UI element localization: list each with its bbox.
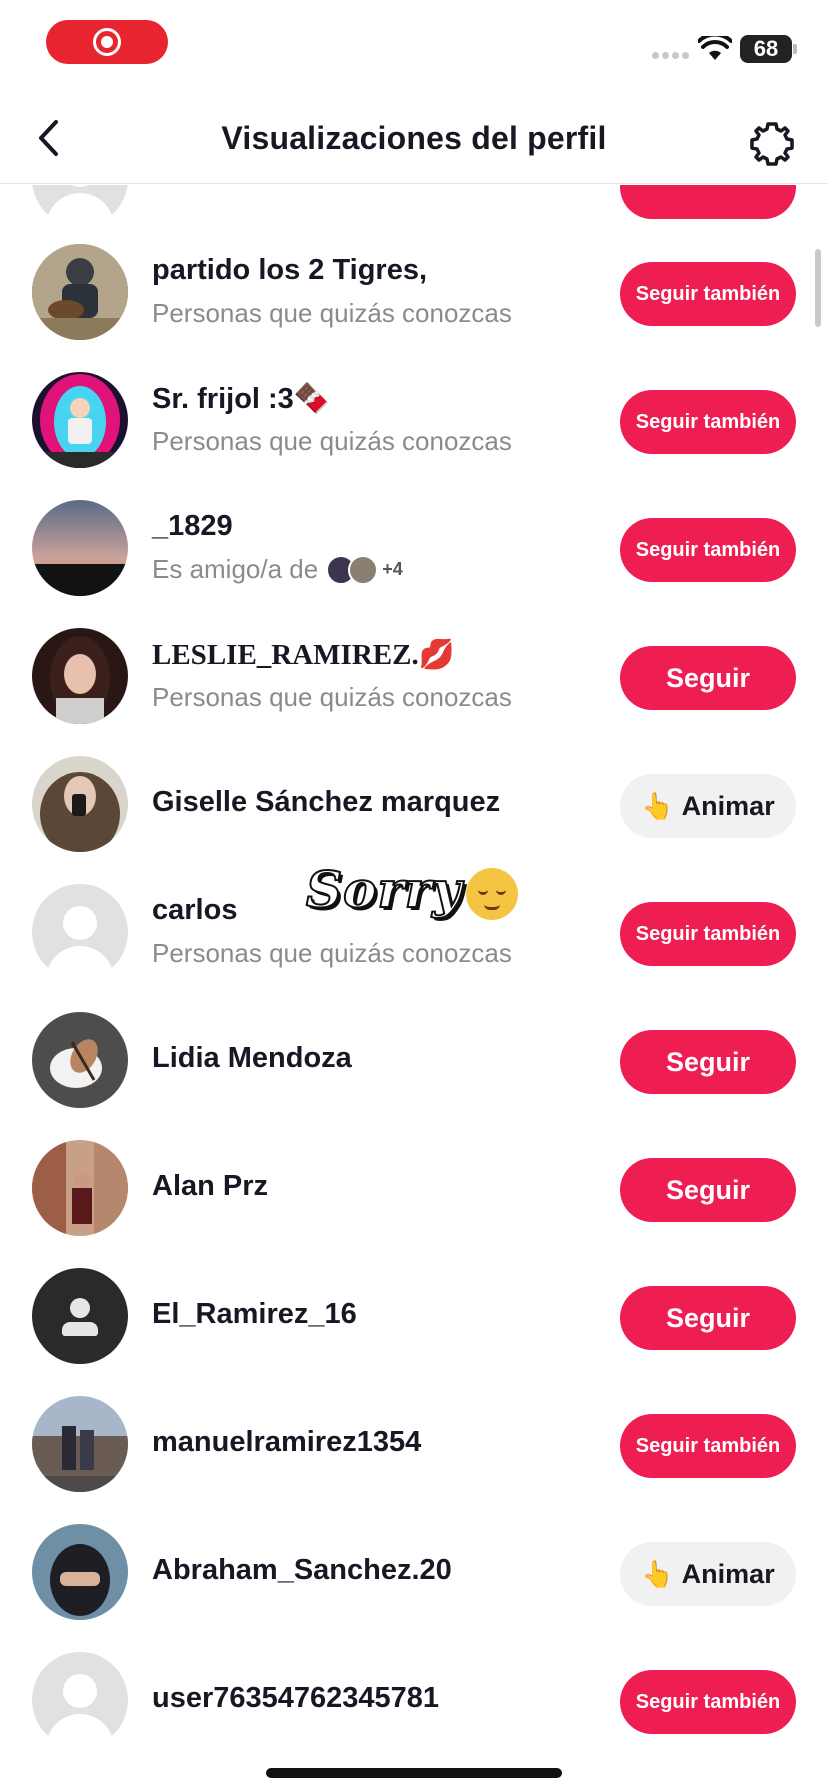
username: LESLIE_RAMIREZ.💋	[152, 639, 455, 671]
battery-indicator: 68	[740, 35, 792, 63]
suggestion-reason: Personas que quizás conozcas	[152, 298, 512, 328]
cellular-signal-icon	[652, 52, 689, 59]
list-item[interactable]: Lidia Mendoza Seguir	[0, 994, 828, 1122]
follow-button[interactable]: Seguir	[620, 646, 796, 710]
username: Lidia Mendoza	[152, 1042, 352, 1074]
follow-back-button[interactable]: Seguir también	[620, 262, 796, 326]
page-title: Visualizaciones del perfil	[221, 120, 607, 156]
avatar[interactable]	[32, 628, 128, 724]
home-indicator[interactable]	[266, 1768, 562, 1778]
avatar[interactable]	[32, 1268, 128, 1364]
avatar[interactable]	[32, 756, 128, 852]
suggestion-reason: Personas que quizás conozcas	[152, 426, 512, 456]
gear-icon	[750, 122, 794, 166]
username: manuelramirez1354	[152, 1426, 422, 1458]
follow-back-button[interactable]	[620, 185, 796, 219]
pointing-hand-icon: 👆	[641, 1558, 674, 1589]
follow-button[interactable]: Seguir	[620, 1286, 796, 1350]
username: _1829	[152, 510, 233, 542]
username: Alan Prz	[152, 1170, 269, 1202]
avatar[interactable]	[32, 884, 128, 980]
follow-back-button[interactable]: Seguir también	[620, 902, 796, 966]
mutual-friends: Es amigo/a de +4	[152, 554, 403, 585]
follow-back-button[interactable]: Seguir también	[620, 1670, 796, 1734]
cheer-button-label: Animar	[681, 790, 775, 821]
pointing-hand-icon: 👆	[641, 790, 674, 821]
follow-back-button[interactable]: Seguir también	[620, 1414, 796, 1478]
avatar[interactable]	[32, 1140, 128, 1236]
list-item[interactable]: Alan Prz Seguir	[0, 1122, 828, 1250]
username: Abraham_Sanchez.20	[152, 1554, 452, 1586]
follow-button[interactable]: Seguir	[620, 1158, 796, 1222]
list-item[interactable]: Sr. frijol :3🍫 Personas que quizás conoz…	[0, 354, 828, 482]
mutual-friends-label: Es amigo/a de	[152, 554, 319, 584]
username: El_Ramirez_16	[152, 1298, 357, 1330]
settings-button[interactable]	[744, 116, 800, 172]
suggestion-reason: Personas que quizás conozcas	[152, 938, 512, 968]
avatar[interactable]	[32, 500, 128, 596]
list-item[interactable]: Abraham_Sanchez.20 👆 Animar	[0, 1506, 828, 1634]
list-item[interactable]: Giselle Sánchez marquez 👆 Animar	[0, 738, 828, 866]
relieved-face-icon	[466, 868, 518, 920]
list-item[interactable]: partido los 2 Tigres, Personas que quizá…	[0, 226, 828, 354]
avatar[interactable]	[32, 1652, 128, 1748]
mutual-friends-avatars[interactable]: +4	[326, 554, 403, 585]
list-item[interactable]: El_Ramirez_16 Seguir	[0, 1250, 828, 1378]
record-icon	[93, 28, 121, 56]
follow-back-button[interactable]: Seguir también	[620, 390, 796, 454]
avatar[interactable]	[32, 372, 128, 468]
top-navigation-bar: Visualizaciones del perfil	[0, 96, 828, 184]
scrollbar[interactable]	[815, 249, 821, 327]
avatar[interactable]	[32, 1524, 128, 1620]
avatar[interactable]	[32, 1396, 128, 1492]
follow-button[interactable]: Seguir	[620, 1030, 796, 1094]
list-item[interactable]: _1829 Es amigo/a de +4 Seguir también	[0, 482, 828, 610]
mutual-count: +4	[382, 559, 403, 579]
avatar[interactable]	[32, 185, 128, 227]
list-item[interactable]: user76354762345781 Seguir también	[0, 1634, 828, 1762]
avatar[interactable]	[32, 1012, 128, 1108]
list-item[interactable]: manuelramirez1354 Seguir también	[0, 1378, 828, 1506]
screen-recording-indicator[interactable]	[46, 20, 168, 64]
username: user76354762345781	[152, 1682, 440, 1714]
cheer-button[interactable]: 👆 Animar	[620, 774, 796, 838]
follow-back-button[interactable]: Seguir también	[620, 518, 796, 582]
cheer-button[interactable]: 👆 Animar	[620, 1542, 796, 1606]
suggestion-reason: Personas que quizás conozcas	[152, 682, 512, 712]
username: partido los 2 Tigres,	[152, 254, 428, 286]
username: Giselle Sánchez marquez	[152, 786, 501, 818]
username: Sr. frijol :3🍫	[152, 383, 330, 415]
cheer-button-label: Animar	[681, 1558, 775, 1589]
list-item[interactable]: LESLIE_RAMIREZ.💋 Personas que quizás con…	[0, 610, 828, 738]
mutual-avatar	[348, 554, 379, 585]
username: carlos	[152, 894, 238, 926]
status-bar: 68	[0, 0, 828, 90]
wifi-icon	[698, 36, 732, 60]
sorry-sticker: Sorry	[305, 859, 463, 920]
avatar[interactable]	[32, 244, 128, 340]
battery-cap	[793, 44, 797, 54]
